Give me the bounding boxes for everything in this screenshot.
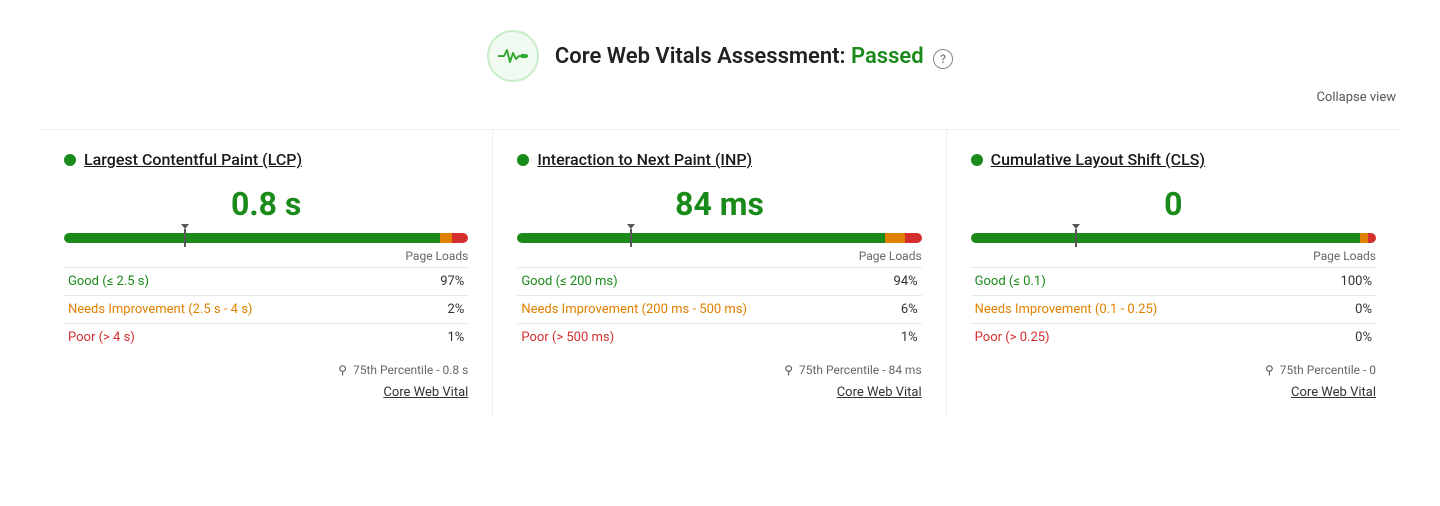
percentile-icon-cls: ⚲ [1265,363,1274,377]
vitals-grid: Largest Contentful Paint (LCP) 0.8 s Page… [40,129,1400,416]
page-loads-label-cls: Page Loads [971,249,1376,263]
table-row: Needs Improvement (0.1 - 0.25)0% [971,296,1376,324]
table-row: Poor (> 0.25)0% [971,324,1376,352]
metric-value-inp: 84 ms [517,185,921,223]
percentile-icon-lcp: ⚲ [338,363,347,377]
stat-value-lcp-1: 2% [410,296,468,324]
card-title-inp: Interaction to Next Paint (INP) [517,150,921,169]
core-web-vital-link-inp[interactable]: Core Web Vital [517,385,921,400]
percentile-icon-inp: ⚲ [784,363,793,377]
metric-value-lcp: 0.8 s [64,185,468,223]
needle-cls [1075,229,1077,247]
bar-good [517,233,885,243]
table-row: Poor (> 4 s)1% [64,324,468,352]
vital-card-inp: Interaction to Next Paint (INP) 84 ms Pag… [493,130,946,416]
percentile-text-lcp: 75th Percentile - 0.8 s [353,363,468,377]
stat-label-cls-1: Needs Improvement (0.1 - 0.25) [971,296,1307,324]
needle-lcp [184,229,186,247]
status-dot-lcp [64,154,76,166]
stat-value-inp-1: 6% [873,296,922,324]
stat-label-inp-1: Needs Improvement (200 ms - 500 ms) [517,296,872,324]
stat-value-lcp-0: 97% [410,268,468,296]
vitals-icon [487,30,539,82]
needle-inp [630,229,632,247]
percentile-footer-inp: ⚲ 75th Percentile - 84 ms [517,363,921,377]
stat-value-inp-2: 1% [873,324,922,352]
bar-good [64,233,440,243]
card-title-lcp: Largest Contentful Paint (LCP) [64,150,468,169]
stat-label-lcp-0: Good (≤ 2.5 s) [64,268,410,296]
stat-value-cls-0: 100% [1306,268,1376,296]
table-row: Poor (> 500 ms)1% [517,324,921,352]
assessment-title: Core Web Vitals Assessment: Passed ? [555,44,953,69]
table-row: Needs Improvement (2.5 s - 4 s)2% [64,296,468,324]
bar-needs-improvement [885,233,905,243]
bar-needs-improvement [440,233,452,243]
percentile-text-inp: 75th Percentile - 84 ms [799,363,922,377]
stat-label-cls-2: Poor (> 0.25) [971,324,1307,352]
status-dot-cls [971,154,983,166]
percentile-footer-lcp: ⚲ 75th Percentile - 0.8 s [64,363,468,377]
page-loads-label-inp: Page Loads [517,249,921,263]
bar-poor [452,233,468,243]
vital-card-lcp: Largest Contentful Paint (LCP) 0.8 s Page… [40,130,493,416]
status-dot-inp [517,154,529,166]
percentile-text-cls: 75th Percentile - 0 [1280,363,1376,377]
metric-value-cls: 0 [971,185,1376,223]
page-header: Core Web Vitals Assessment: Passed ? [40,20,1400,82]
collapse-view-button[interactable]: Collapse view [40,90,1400,105]
stat-value-lcp-2: 1% [410,324,468,352]
stat-value-inp-0: 94% [873,268,922,296]
bar-needs-improvement [1360,233,1368,243]
metric-title-inp[interactable]: Interaction to Next Paint (INP) [537,150,752,169]
stats-table-inp: Good (≤ 200 ms)94%Needs Improvement (200… [517,267,921,351]
core-web-vital-link-cls[interactable]: Core Web Vital [971,385,1376,400]
stat-value-cls-2: 0% [1306,324,1376,352]
bar-poor [905,233,921,243]
stat-label-lcp-2: Poor (> 4 s) [64,324,410,352]
bar-poor [1368,233,1376,243]
stat-label-inp-2: Poor (> 500 ms) [517,324,872,352]
table-row: Good (≤ 200 ms)94% [517,268,921,296]
stats-table-lcp: Good (≤ 2.5 s)97%Needs Improvement (2.5 … [64,267,468,351]
stat-value-cls-1: 0% [1306,296,1376,324]
metric-title-cls[interactable]: Cumulative Layout Shift (CLS) [991,150,1205,169]
page-loads-label-lcp: Page Loads [64,249,468,263]
table-row: Good (≤ 0.1)100% [971,268,1376,296]
percentile-footer-cls: ⚲ 75th Percentile - 0 [971,363,1376,377]
stat-label-cls-0: Good (≤ 0.1) [971,268,1307,296]
vital-card-cls: Cumulative Layout Shift (CLS) 0 Page Load… [947,130,1400,416]
stat-label-inp-0: Good (≤ 200 ms) [517,268,872,296]
bar-good [971,233,1360,243]
table-row: Good (≤ 2.5 s)97% [64,268,468,296]
progress-bar-lcp [64,233,468,243]
stats-table-cls: Good (≤ 0.1)100%Needs Improvement (0.1 -… [971,267,1376,351]
progress-bar-cls [971,233,1376,243]
metric-title-lcp[interactable]: Largest Contentful Paint (LCP) [84,150,302,169]
core-web-vital-link-lcp[interactable]: Core Web Vital [64,385,468,400]
help-icon[interactable]: ? [933,49,953,69]
progress-bar-inp [517,233,921,243]
table-row: Needs Improvement (200 ms - 500 ms)6% [517,296,921,324]
card-title-cls: Cumulative Layout Shift (CLS) [971,150,1376,169]
stat-label-lcp-1: Needs Improvement (2.5 s - 4 s) [64,296,410,324]
